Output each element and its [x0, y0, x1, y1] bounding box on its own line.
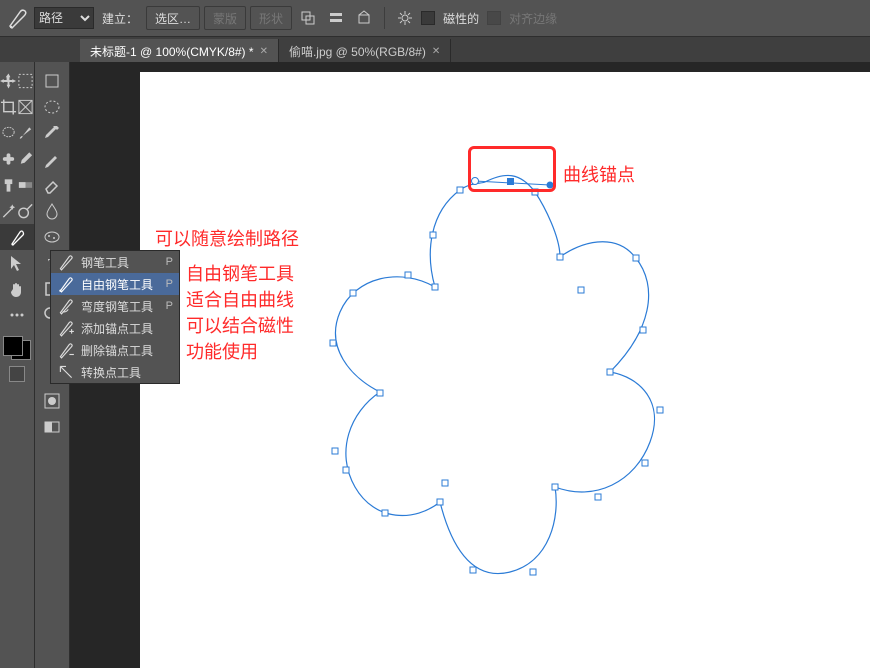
brush-tool[interactable]: [17, 120, 34, 146]
paint-tool[interactable]: [17, 146, 34, 172]
shortcut: P: [166, 256, 173, 268]
align-edges-checkbox[interactable]: [487, 11, 501, 25]
crop-tool[interactable]: [0, 94, 17, 120]
flyout-label: 弯度钢笔工具: [81, 298, 153, 315]
make-mask-button[interactable]: 蒙版: [204, 6, 246, 30]
hand-tool[interactable]: [0, 276, 34, 302]
add-anchor-icon: [57, 319, 75, 337]
magic-wand-tool[interactable]: [0, 198, 17, 224]
path-align-icon[interactable]: [324, 6, 348, 30]
gear-icon[interactable]: [393, 6, 417, 30]
gradient-tool[interactable]: [17, 172, 34, 198]
separator: [384, 7, 385, 29]
artboard-tool[interactable]: [35, 68, 69, 94]
flyout-label: 转换点工具: [81, 364, 141, 381]
shortcut: P: [166, 278, 173, 290]
flyout-label: 钢笔工具: [81, 254, 129, 271]
move-tool[interactable]: [0, 68, 17, 94]
path-select-tool[interactable]: [0, 250, 34, 276]
screen-mode-icon[interactable]: [35, 414, 69, 440]
make-selection-button[interactable]: 选区…: [146, 6, 200, 30]
ellipse-marquee-tool[interactable]: [35, 94, 69, 120]
flyout-label: 自由钢笔工具: [81, 276, 153, 293]
marquee-tool[interactable]: [17, 68, 34, 94]
quick-mask-icon[interactable]: [35, 388, 69, 414]
magnetic-checkbox[interactable]: [421, 11, 435, 25]
blur-tool[interactable]: [35, 198, 69, 224]
lasso-tool[interactable]: [0, 120, 17, 146]
annotation-box: [468, 146, 556, 192]
spot-heal-tool[interactable]: [0, 146, 17, 172]
annotation-desc: 自由钢笔工具 适合自由曲线 可以结合磁性 功能使用: [186, 261, 294, 365]
options-bar: 路径 建立： 选区… 蒙版 形状 磁性的 对齐边缘: [0, 0, 870, 37]
flyout-item-add-anchor[interactable]: 添加锚点工具: [51, 317, 179, 339]
dodge-tool[interactable]: [17, 198, 34, 224]
mask-mode-icon[interactable]: [9, 366, 25, 382]
flyout-label: 删除锚点工具: [81, 342, 153, 359]
freeform-pen-icon: [6, 6, 30, 30]
close-icon[interactable]: ✕: [260, 46, 268, 57]
delete-anchor-icon: [57, 341, 75, 359]
document-tabs: 未标题-1 @ 100%(CMYK/8#) * ✕ 偷喵.jpg @ 50%(RG…: [0, 37, 870, 64]
tab-doc-2[interactable]: 偷喵.jpg @ 50%(RGB/8#) ✕: [279, 39, 451, 63]
flyout-item-freeform-pen[interactable]: 自由钢笔工具 P: [51, 273, 179, 295]
build-label: 建立：: [98, 10, 142, 27]
sponge-tool[interactable]: [35, 224, 69, 250]
frame-tool[interactable]: [17, 94, 34, 120]
close-icon[interactable]: ✕: [432, 46, 440, 57]
curvature-pen-icon: [57, 297, 75, 315]
pen-tool[interactable]: [0, 224, 34, 250]
path-ops-icon[interactable]: [296, 6, 320, 30]
tab-label: 偷喵.jpg @ 50%(RGB/8#): [289, 43, 426, 60]
annotation-title: 可以随意绘制路径: [155, 226, 299, 252]
path-mode-select[interactable]: 路径: [34, 7, 94, 29]
flyout-item-curvature-pen[interactable]: 弯度钢笔工具 P: [51, 295, 179, 317]
flyout-item-pen[interactable]: 钢笔工具 P: [51, 251, 179, 273]
flyout-item-convert-point[interactable]: 转换点工具: [51, 361, 179, 383]
tab-label: 未标题-1 @ 100%(CMYK/8#) *: [90, 43, 254, 60]
eyedropper-tool[interactable]: [35, 120, 69, 146]
flyout-item-delete-anchor[interactable]: 删除锚点工具: [51, 339, 179, 361]
pencil-tool[interactable]: [35, 146, 69, 172]
annotation-curve-point: 曲线锚点: [563, 162, 635, 188]
toolbar-col-1: [0, 62, 35, 668]
dots-tool[interactable]: [0, 302, 34, 328]
tab-doc-1[interactable]: 未标题-1 @ 100%(CMYK/8#) * ✕: [80, 39, 279, 63]
align-edges-label: 对齐边缘: [505, 10, 561, 27]
color-swatch[interactable]: [3, 336, 31, 360]
pen-icon: [57, 253, 75, 271]
flyout-label: 添加锚点工具: [81, 320, 153, 337]
make-shape-button[interactable]: 形状: [250, 6, 292, 30]
clone-tool[interactable]: [0, 172, 17, 198]
path-arrange-icon[interactable]: [352, 6, 376, 30]
eraser-tool[interactable]: [35, 172, 69, 198]
shortcut: P: [166, 300, 173, 312]
magnetic-label: 磁性的: [439, 10, 483, 27]
convert-point-icon: [57, 363, 75, 381]
pen-tool-flyout: 钢笔工具 P 自由钢笔工具 P 弯度钢笔工具 P 添加锚点工具 删除锚点工具 转…: [50, 250, 180, 384]
freeform-pen-icon: [57, 275, 75, 293]
